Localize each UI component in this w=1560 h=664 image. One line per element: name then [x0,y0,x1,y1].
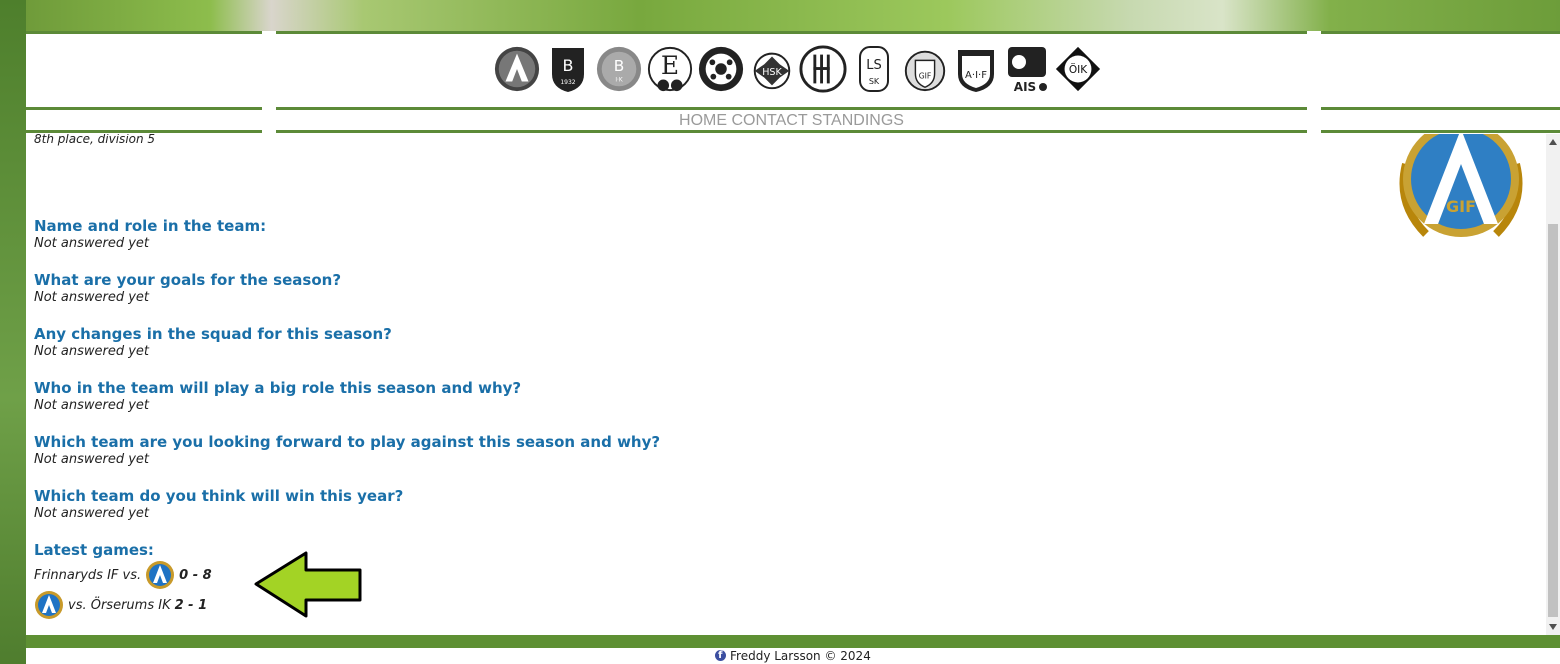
footer-text: Freddy Larsson © 2024 [730,649,871,663]
eif-logo[interactable]: E [646,43,694,95]
main-content: 8th place, division 5 Name and role in t… [26,134,1546,635]
left-background-strip [0,0,26,664]
oik-logo[interactable]: ÖIK [1054,43,1102,95]
question: Which team do you think will win this ye… [34,487,404,505]
solberga-gif-logo[interactable]: GIF [901,43,949,95]
hgif-logo[interactable] [799,43,847,95]
svg-text:E: E [661,51,679,80]
svg-text:A·I·F: A·I·F [965,70,987,81]
svg-text:HSK: HSK [762,67,782,78]
answer: Not answered yet [34,398,150,413]
svg-text:GIF: GIF [919,72,932,81]
big-logo-text: GIF [1446,197,1476,216]
question-block: Who in the team will play a big role thi… [34,378,521,414]
question: Name and role in the team: [34,217,267,235]
question-block: Which team do you think will win this ye… [34,486,403,522]
bif-1932-logo[interactable]: B 1932 [544,43,592,95]
answer: Not answered yet [34,452,150,467]
nav-contact[interactable]: CONTACT [731,112,807,129]
nav-home[interactable]: HOME [679,112,727,129]
question: What are your goals for the season? [34,271,342,289]
header-divider [276,31,1307,34]
header-divider [1321,31,1560,34]
footer-band [26,635,1560,648]
latest-games-title: Latest games: [34,541,154,559]
svg-text:ÖIK: ÖIK [1069,63,1088,76]
agif-large-logo: GIF [1399,134,1523,237]
scroll-down-arrow[interactable] [1549,624,1557,630]
question: Which team are you looking forward to pl… [34,433,661,451]
svg-text:LS: LS [866,58,882,73]
nav-divider [1321,130,1560,133]
agif-team-icon [146,561,175,589]
game-opponent-text: vs. Örserums IK [68,597,171,613]
footer: Freddy Larsson © 2024 [26,648,1560,664]
eksjo-ff-logo[interactable] [697,43,745,95]
game-row: vs. Örserums IK 2 - 1 [34,590,207,620]
svg-text:1932: 1932 [560,79,575,86]
answer: Not answered yet [34,506,150,521]
svg-text:AIS: AIS [1014,80,1036,94]
aif-logo[interactable]: A·I·F [952,43,1000,95]
game-row: Frinnaryds IF vs. 0 - 8 [34,560,212,590]
svg-text:I·K: I·K [615,77,623,83]
game-score: 2 - 1 [174,597,208,613]
nav-standings[interactable]: STANDINGS [812,112,904,129]
torpa-ais-logo[interactable]: AIS [1003,43,1051,95]
scroll-thumb[interactable] [1548,224,1558,617]
question-block: Any changes in the squad for this season… [34,324,392,360]
hsk-1967-logo[interactable]: HSK [748,43,796,95]
agif-team-icon [35,591,63,619]
main-nav: HOME CONTACT STANDINGS [276,110,1307,132]
header-divider [26,31,262,34]
answer: Not answered yet [34,236,150,251]
header-divider [26,107,262,110]
scroll-up-arrow[interactable] [1549,139,1557,145]
question: Any changes in the squad for this season… [34,325,392,343]
question-block: Which team are you looking forward to pl… [34,432,660,468]
game-score: 0 - 8 [179,567,212,583]
answer: Not answered yet [34,344,150,359]
club-logos-row: B 1932 B I·K E HSK LS SK GIF A·I·F AIS ÖIK [493,42,1102,96]
bik-logo[interactable]: B I·K [595,43,643,95]
answer: Not answered yet [34,290,150,305]
svg-text:B: B [563,56,574,75]
question: Who in the team will play a big role thi… [34,379,522,397]
question-block: What are your goals for the season? Not … [34,270,341,306]
lssk-logo[interactable]: LS SK [850,43,898,95]
agif-logo[interactable] [493,43,541,95]
nav-divider [26,130,262,133]
header-divider [1321,107,1560,110]
svg-text:SK: SK [869,77,880,86]
arrow-left-icon [254,551,362,618]
team-placement: 8th place, division 5 [34,134,156,146]
svg-text:B: B [614,57,625,75]
latest-games-heading: Latest games: [34,540,154,560]
question-block: Name and role in the team: Not answered … [34,216,266,252]
facebook-icon[interactable] [715,648,727,664]
game-opponent-text: Frinnaryds IF vs. [34,567,142,583]
header-banner-image [26,0,1560,31]
page-scrollbar[interactable] [1546,134,1560,635]
